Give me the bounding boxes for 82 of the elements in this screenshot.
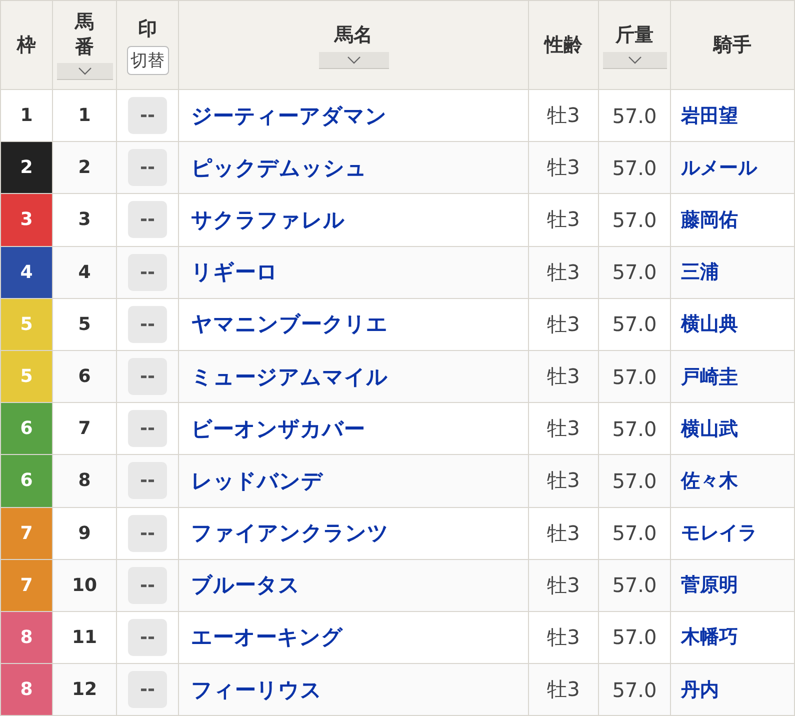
horse-number-cell: 12 <box>52 664 116 716</box>
horse-number-cell: 1 <box>52 90 116 142</box>
weight-cell: 57.0 <box>598 507 670 560</box>
toggle-button[interactable]: 切替 <box>126 46 168 74</box>
frame-number-cell: 7 <box>0 559 52 612</box>
horse-number-cell: 10 <box>52 559 116 612</box>
frame-number-cell: 3 <box>0 194 52 246</box>
mark-button[interactable]: -- <box>128 618 167 656</box>
horse-number-cell: 7 <box>52 402 116 455</box>
horse-name-link[interactable]: レッドバンデ <box>191 468 323 493</box>
weight-cell: 57.0 <box>598 298 670 350</box>
weight-cell: 57.0 <box>598 454 670 507</box>
chevron-down-icon <box>346 56 360 64</box>
jockey-link[interactable]: 戸崎圭 <box>681 366 738 388</box>
sex-age-cell: 牡3 <box>528 298 598 350</box>
mark-button[interactable]: -- <box>128 671 167 708</box>
jockey-link[interactable]: 丹内 <box>681 678 719 701</box>
mark-button[interactable]: -- <box>128 358 167 396</box>
frame-number-cell: 8 <box>0 611 52 664</box>
sex-age-cell: 牡3 <box>528 559 598 612</box>
frame-number-cell: 7 <box>0 507 52 560</box>
sort-button[interactable] <box>56 63 112 80</box>
column-title: 馬番 <box>75 10 94 60</box>
column-title: 性齢 <box>544 33 582 58</box>
frame-number-cell: 2 <box>0 142 52 194</box>
sex-age-cell: 牡3 <box>528 664 598 716</box>
frame-number-cell: 4 <box>0 246 52 298</box>
sex-age-cell: 牡3 <box>528 350 598 403</box>
mark-button[interactable]: -- <box>128 254 167 291</box>
horse-name-link[interactable]: フィーリウス <box>191 678 322 702</box>
mark-button[interactable]: -- <box>128 566 167 604</box>
sort-button[interactable] <box>602 52 666 68</box>
frame-number-cell: 6 <box>0 454 52 507</box>
frame-number-cell: 8 <box>0 664 52 716</box>
jockey-link[interactable]: 佐々木 <box>681 470 738 492</box>
jockey-link[interactable]: 横山武 <box>681 418 738 440</box>
frame-number-cell: 1 <box>0 90 52 142</box>
horse-number-cell: 4 <box>52 246 116 298</box>
sex-age-cell: 牡3 <box>528 194 598 246</box>
mark-button[interactable]: -- <box>128 97 167 134</box>
jockey-link[interactable]: 三浦 <box>681 261 719 284</box>
jockey-link[interactable]: 横山典 <box>681 313 738 336</box>
sort-button[interactable] <box>318 52 388 68</box>
weight-cell: 57.0 <box>598 194 670 246</box>
weight-cell: 57.0 <box>598 559 670 612</box>
column-title: 印 <box>138 16 157 42</box>
column-title: 騎手 <box>714 33 752 58</box>
mark-button[interactable]: -- <box>128 306 167 343</box>
chevron-down-icon <box>78 67 92 76</box>
mark-button[interactable]: -- <box>128 410 167 448</box>
mark-button[interactable]: -- <box>128 514 167 552</box>
frame-number-cell: 5 <box>0 350 52 403</box>
horse-number-cell: 9 <box>52 507 116 560</box>
jockey-link[interactable]: 菅原明 <box>681 574 738 596</box>
mark-button[interactable]: -- <box>128 149 167 186</box>
weight-cell: 57.0 <box>598 350 670 403</box>
mark-button[interactable]: -- <box>128 201 167 238</box>
column-title: 馬名 <box>334 22 372 48</box>
horse-number-cell: 6 <box>52 350 116 403</box>
chevron-down-icon <box>628 56 642 64</box>
jockey-link[interactable]: 岩田望 <box>681 104 738 127</box>
mark-button[interactable]: -- <box>128 462 167 500</box>
frame-number-cell: 5 <box>0 298 52 350</box>
weight-cell: 57.0 <box>598 246 670 298</box>
weight-cell: 57.0 <box>598 664 670 716</box>
sex-age-cell: 牡3 <box>528 246 598 298</box>
sex-age-cell: 牡3 <box>528 142 598 194</box>
weight-cell: 57.0 <box>598 142 670 194</box>
horse-number-cell: 5 <box>52 298 116 350</box>
jockey-link[interactable]: 藤岡佑 <box>681 208 738 231</box>
column-title: 斤量 <box>616 22 654 48</box>
horse-number-cell: 3 <box>52 194 116 246</box>
horse-number-cell: 2 <box>52 142 116 194</box>
sex-age-cell: 牡3 <box>528 454 598 507</box>
sex-age-cell: 牡3 <box>528 507 598 560</box>
horse-name-link[interactable]: ブルータス <box>191 573 300 598</box>
frame-number-cell: 6 <box>0 402 52 455</box>
jockey-link[interactable]: 木幡巧 <box>681 626 738 648</box>
horse-number-cell: 11 <box>52 611 116 664</box>
horse-name-link[interactable]: リギーロ <box>191 260 278 284</box>
column-title: 枠 <box>17 33 36 58</box>
horse-number-cell: 8 <box>52 454 116 507</box>
